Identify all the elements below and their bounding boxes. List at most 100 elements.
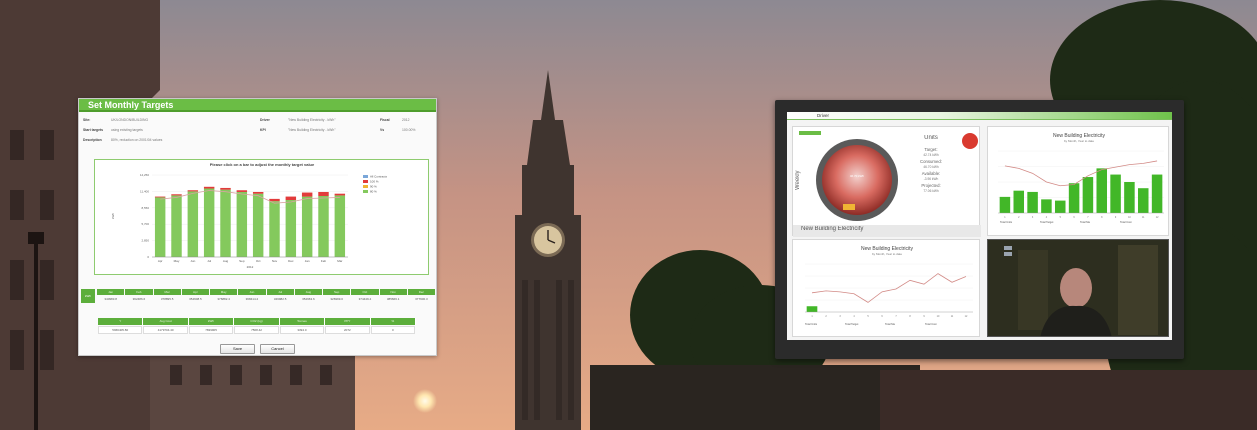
kpi-value[interactable]: "New Building Electricity - kWh": [288, 128, 335, 132]
summary-label: Total Cost: [925, 323, 937, 326]
month-value-cell[interactable]: 362486.6: [125, 296, 152, 302]
overshoot-segment: [187, 190, 199, 192]
summary-header: CO2 (kg): [234, 318, 280, 325]
summary-header: PPY: [325, 318, 371, 325]
summary-label: Total Ma: [885, 323, 895, 326]
summary-value: 2072: [325, 326, 370, 334]
available-label: Available:: [921, 171, 941, 176]
target-bar: [220, 189, 231, 257]
summary-label: Total Units: [1000, 221, 1013, 224]
vs-row: Vs 100.00%: [380, 128, 415, 133]
dashboard-window-title: Driver: [817, 113, 829, 118]
month-header: Apr: [181, 289, 209, 295]
x-tick-label: 8: [1101, 216, 1103, 219]
target-bar: [301, 196, 313, 257]
fiscal-row: Fiscal 2012: [380, 118, 410, 123]
available-value: -3.96 kWh: [923, 177, 939, 181]
start-label: Start targets: [83, 128, 103, 132]
video-feed[interactable]: [987, 239, 1169, 337]
x-tick-label: 7: [895, 315, 897, 318]
month-value-cell[interactable]: 368414.2: [238, 296, 265, 302]
month-value-cell[interactable]: 374449.4: [351, 296, 378, 302]
month-value-cell[interactable]: 377600.3: [408, 296, 435, 302]
x-tick-label: 2: [825, 315, 827, 318]
x-tick-label: Mar: [337, 259, 342, 263]
vs-value[interactable]: 100.00%: [402, 128, 415, 132]
site-row: Site: UK/LONDON/BUILDING: [83, 118, 148, 123]
x-tick-label: Oct: [256, 259, 261, 263]
y-tick-label: 14,250: [140, 173, 150, 177]
driver-value[interactable]: "New Building Electricity - kWh": [288, 118, 335, 122]
summary-header: Tonnes: [279, 318, 326, 325]
month-value-cell[interactable]: 378895.5: [154, 296, 181, 302]
units-bar: [1041, 199, 1052, 213]
gauge-value: 46.70 kWh: [849, 174, 865, 178]
overshoot-segment: [203, 186, 215, 189]
month-header: Nov: [379, 289, 407, 295]
y-tick-label: 11,400: [140, 189, 149, 193]
x-tick-label: 12: [965, 315, 968, 318]
x-tick-label: 6: [881, 315, 883, 318]
monthly-targets-chart-svg[interactable]: Please click on a bar to adjust the mont…: [95, 160, 430, 276]
driver-row: Driver "New Building Electricity - kWh": [260, 118, 335, 123]
y-tick-label: 8,550: [141, 206, 149, 210]
summary-value: 7568.42: [234, 326, 279, 334]
video-frame-svg: [988, 240, 1168, 336]
month-value-cell[interactable]: 354608.5: [182, 296, 209, 302]
consumed-value: 46.70 kWh: [923, 165, 939, 169]
description-value[interactable]: 80%, reduction on 2001/04 values: [111, 138, 162, 142]
target-bar: [269, 201, 280, 257]
overshoot-segment: [236, 190, 248, 192]
month-value-cell[interactable]: 376882.4: [210, 296, 237, 302]
month-value-cell[interactable]: 346982.5: [267, 296, 294, 302]
month-value-cell[interactable]: 352963.6: [295, 296, 322, 302]
summary-label: Total Cost: [1120, 221, 1132, 224]
fiscal-value[interactable]: 2012: [402, 118, 410, 122]
x-tick-label: 12: [1156, 216, 1159, 219]
projected-value: 77.06 kWh: [923, 189, 939, 193]
target-bar: [252, 193, 264, 257]
legend-swatch: [363, 180, 368, 183]
summary-header: kWh: [188, 318, 235, 325]
description-row: Description 80%, reduction on 2001/04 val…: [83, 138, 162, 143]
target-bar: [154, 197, 166, 257]
x-tick-label: 3: [839, 315, 841, 318]
x-tick-label: Nov: [272, 259, 278, 263]
x-tick-label: Sep: [239, 259, 245, 263]
legend-swatch: [363, 175, 368, 178]
x-tick-label: Dec: [288, 259, 294, 263]
month-header: May: [210, 289, 238, 295]
month-value-cell[interactable]: 340983.8: [97, 296, 124, 302]
start-value[interactable]: using existing targets: [111, 128, 143, 132]
units-bar: [1082, 177, 1094, 213]
gauge-tile[interactable]: Weekly 46.70 kWh Units Target: 42.74 kWh…: [792, 126, 981, 237]
summary-label: Total Ma: [1080, 221, 1090, 224]
y-axis-label: kWh: [111, 213, 115, 219]
alert-badge-icon: [962, 133, 978, 149]
bottom-electricity-chart[interactable]: New Building Electricity by Month, Year …: [792, 239, 980, 337]
set-monthly-targets-panel: Set Monthly Targets Site: UK/LONDON/BUILD…: [78, 98, 437, 356]
units-bar: [1068, 183, 1080, 213]
x-tick-label: 2: [1018, 216, 1020, 219]
x-tick-label: Jun: [190, 259, 195, 263]
target-bar: [203, 188, 215, 257]
x-tick-label: 10: [937, 315, 940, 318]
dashboard-monitor: Driver Weekly 46.70 kWh Units Target: 42…: [775, 100, 1184, 359]
month-value-cell[interactable]: 385666.1: [380, 296, 407, 302]
month-header: Feb: [125, 289, 153, 295]
save-button[interactable]: Save: [220, 344, 255, 354]
legend-label: 90 %: [370, 185, 377, 189]
x-tick-label: 4: [853, 315, 855, 318]
top-electricity-chart[interactable]: New Building Electricity by Month, Year …: [987, 126, 1169, 236]
month-header: Oct: [351, 289, 379, 295]
month-header: Jul: [266, 289, 294, 295]
units-bar: [999, 196, 1011, 213]
target-value: 42.74 kWh: [923, 153, 939, 157]
cancel-button[interactable]: Cancel: [260, 344, 295, 354]
x-tick-label: 7: [1087, 216, 1089, 219]
x-tick-label: 11: [951, 315, 954, 318]
monthly-targets-chart[interactable]: Please click on a bar to adjust the mont…: [94, 159, 429, 275]
month-value-cell[interactable]: 326999.0: [323, 296, 350, 302]
panel-title: Set Monthly Targets: [79, 99, 436, 112]
x-tick-label: Jan: [305, 259, 310, 263]
